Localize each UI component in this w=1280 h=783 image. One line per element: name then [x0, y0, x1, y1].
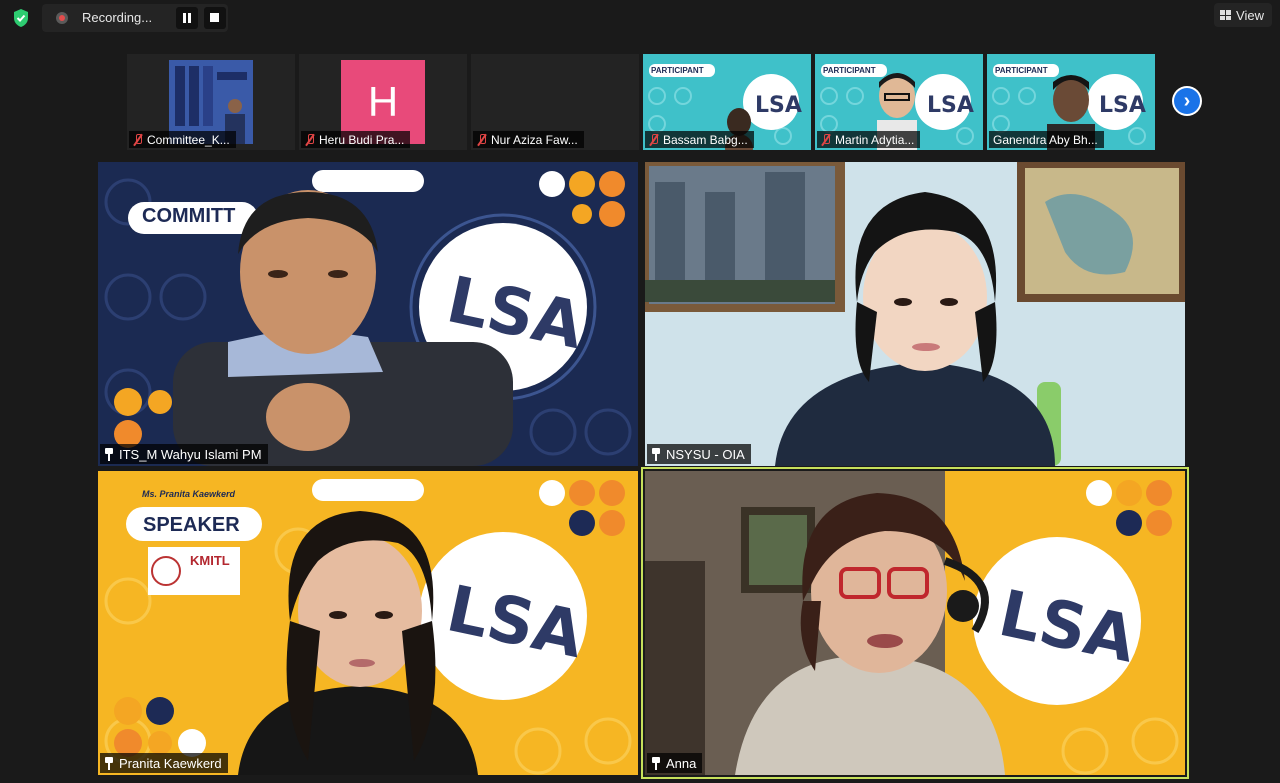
- participant-thumbnail[interactable]: LSA PARTICIPANT Ganendra Aby Bh...: [987, 54, 1155, 150]
- participant-name: Bassam Babg...: [663, 132, 748, 147]
- participant-name: Anna: [666, 755, 697, 771]
- video-tile[interactable]: NSYSU - OIA: [645, 162, 1185, 466]
- participant-name: ITS_M Wahyu Islami PM: [119, 446, 262, 462]
- pin-icon: [651, 756, 661, 770]
- participant-banner: PARTICIPANT: [995, 66, 1048, 75]
- muted-microphone-icon: [305, 133, 315, 146]
- recording-bar: Recording...: [42, 4, 228, 32]
- participant-name-tag: Ganendra Aby Bh...: [989, 131, 1104, 148]
- participant-thumbnail[interactable]: LSA PARTICIPANT Bassam Babg...: [643, 54, 811, 150]
- participant-name-tag: ITS_M Wahyu Islami PM: [100, 444, 268, 464]
- stop-recording-button[interactable]: [204, 7, 226, 29]
- muted-microphone-icon: [477, 133, 487, 146]
- participant-name-tag: Anna: [647, 753, 703, 773]
- participant-name-tag: Heru Budi Pra...: [301, 131, 411, 148]
- participant-banner: PARTICIPANT: [823, 66, 876, 75]
- muted-microphone-icon: [821, 133, 831, 146]
- participant-name: Committee_K...: [147, 132, 230, 147]
- participant-name: Martin Adytia...: [835, 132, 915, 147]
- participant-name-tag: Committee_K...: [129, 131, 236, 148]
- participant-thumbnail[interactable]: Committee_K...: [127, 54, 295, 150]
- svg-text:LSA: LSA: [1099, 93, 1146, 118]
- muted-microphone-icon: [133, 133, 143, 146]
- tile-banner: SPEAKER: [143, 514, 240, 536]
- next-page-button[interactable]: ›: [1172, 86, 1202, 116]
- video-tile[interactable]: LSA Ms. Pranita Kaewkerd SPEAKER KMITL P…: [98, 471, 638, 775]
- participant-name-tag: Martin Adytia...: [817, 131, 921, 148]
- speaker-subtitle: Ms. Pranita Kaewkerd: [142, 489, 236, 499]
- participant-name-tag: Bassam Babg...: [645, 131, 754, 148]
- chevron-right-icon: ›: [1183, 90, 1191, 112]
- participant-name: Pranita Kaewkerd: [119, 755, 222, 771]
- pin-icon: [651, 447, 661, 461]
- participant-video: [645, 162, 1185, 466]
- participant-thumbnail[interactable]: Nur Aziza Faw...: [471, 54, 639, 150]
- participant-name-tag: NSYSU - OIA: [647, 444, 751, 464]
- security-shield-icon[interactable]: [10, 7, 32, 29]
- recording-indicator-icon: [56, 12, 68, 24]
- participant-video: LSA: [645, 471, 1185, 775]
- participant-name: Nur Aziza Faw...: [491, 132, 578, 147]
- muted-microphone-icon: [649, 133, 659, 146]
- video-tile[interactable]: LSA Anna: [645, 471, 1185, 775]
- recording-label: Recording...: [82, 10, 153, 25]
- svg-text:LSA: LSA: [755, 93, 802, 118]
- participant-name: Ganendra Aby Bh...: [993, 132, 1098, 147]
- pin-icon: [104, 447, 114, 461]
- svg-text:LSA: LSA: [927, 93, 974, 118]
- gallery-view-icon: [1220, 10, 1232, 20]
- participant-name: Heru Budi Pra...: [319, 132, 405, 147]
- tile-banner: COMMITT: [142, 205, 236, 227]
- participant-thumbnail[interactable]: H Heru Budi Pra...: [299, 54, 467, 150]
- organization-logo-text: KMITL: [190, 553, 230, 568]
- view-label: View: [1236, 7, 1264, 23]
- pause-recording-button[interactable]: [176, 7, 198, 29]
- video-tile[interactable]: LSA COMMITT ITS_M Wahyu Islami PM: [98, 162, 638, 466]
- participant-thumbnail[interactable]: LSA PARTICIPANT Martin Adytia...: [815, 54, 983, 150]
- participant-name: NSYSU - OIA: [666, 446, 745, 462]
- view-button[interactable]: View: [1214, 3, 1272, 27]
- participant-name-tag: Nur Aziza Faw...: [473, 131, 584, 148]
- pin-icon: [104, 756, 114, 770]
- participant-banner: PARTICIPANT: [651, 66, 704, 75]
- participant-name-tag: Pranita Kaewkerd: [100, 753, 228, 773]
